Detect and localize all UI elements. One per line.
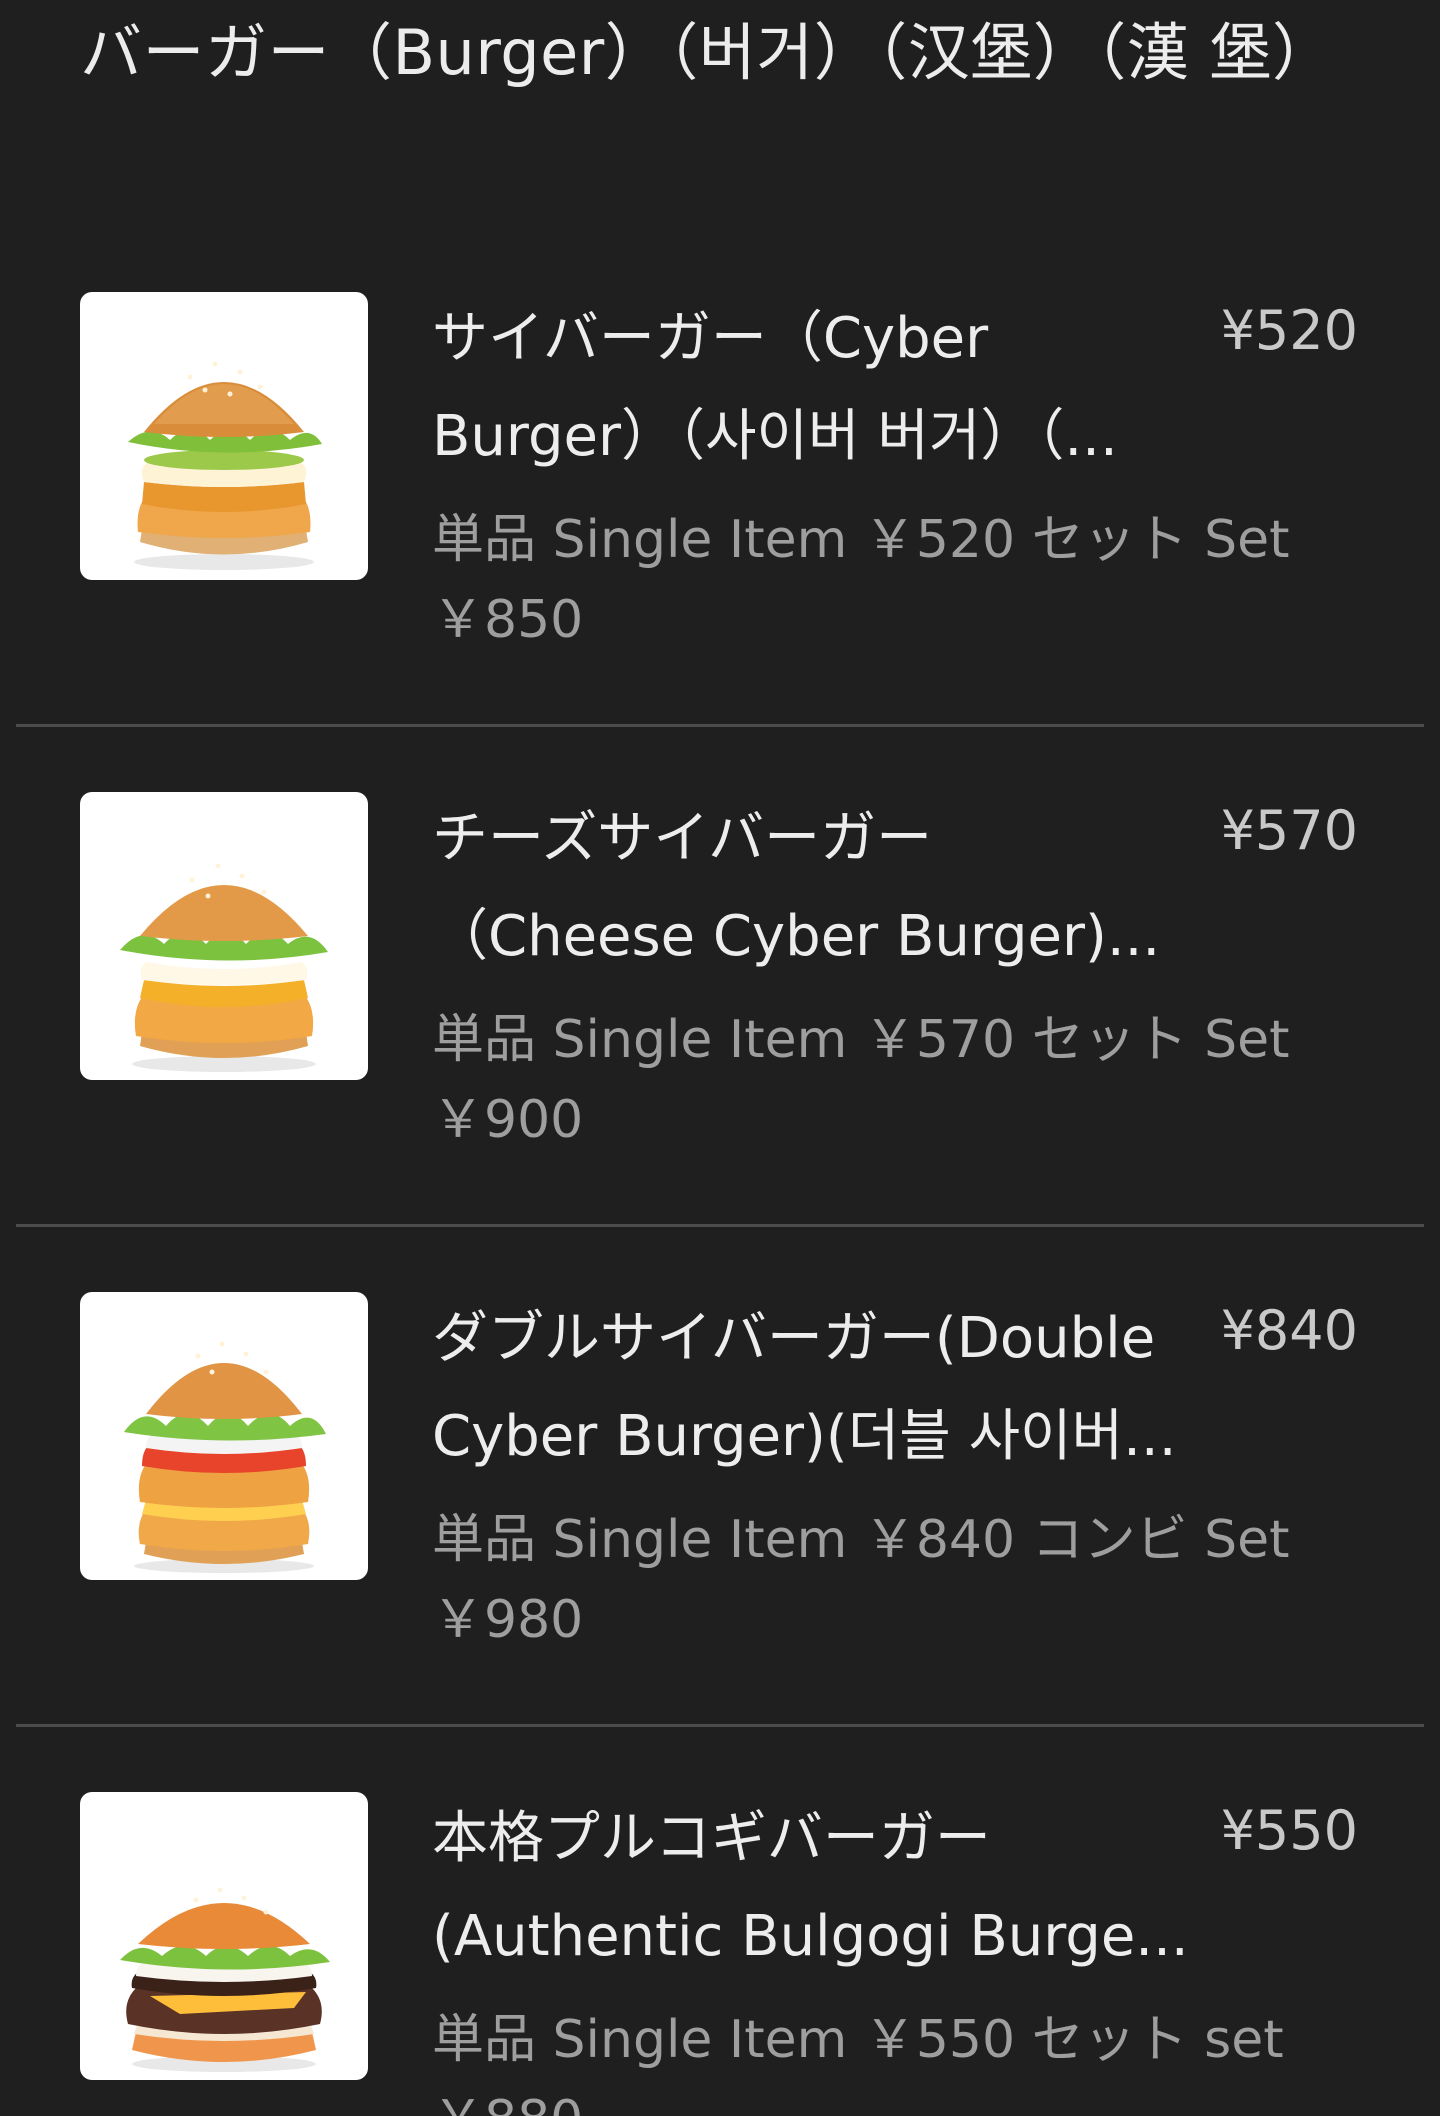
- item-name: ダブルサイバーガー(Double Cyber Burger)(더블 사이버...: [432, 1306, 1177, 1469]
- double-burger-photo-icon: [80, 1292, 368, 1580]
- item-description: 単品 Single Item ￥520 セット Set ￥850: [432, 510, 1290, 650]
- item-price: ¥520: [1220, 299, 1358, 362]
- item-price: ¥550: [1220, 1799, 1358, 1862]
- item-price: ¥570: [1220, 799, 1358, 862]
- item-description: 単品 Single Item ￥550 セット set ￥880: [432, 2010, 1284, 2116]
- item-price: ¥840: [1220, 1299, 1358, 1362]
- item-name: サイバーガー（Cyber Burger）（사이버 버거）（...: [432, 306, 1118, 469]
- item-name: 本格プルコギバーガー (Authentic Bulgogi Burge...: [432, 1806, 1189, 1969]
- burger-photo-icon: [80, 292, 368, 580]
- item-description: 単品 Single Item ￥840 コンビ Set ￥980: [432, 1510, 1290, 1650]
- bulgogi-burger-photo-icon: [80, 1792, 368, 2080]
- menu-page: バーガー（Burger）（버거）（汉堡）（漢 堡） サイバーガー（Cyber B…: [0, 0, 1440, 2116]
- divider: [16, 724, 1424, 727]
- item-name: チーズサイバーガー （Cheese Cyber Burger)...: [432, 806, 1161, 969]
- cheese-burger-photo-icon: [80, 792, 368, 1080]
- divider: [16, 1224, 1424, 1227]
- section-title: バーガー（Burger）（버거）（汉堡）（漢 堡）: [80, 16, 1335, 89]
- item-description: 単品 Single Item ￥570 セット Set ￥900: [432, 1010, 1290, 1150]
- divider: [16, 1724, 1424, 1727]
